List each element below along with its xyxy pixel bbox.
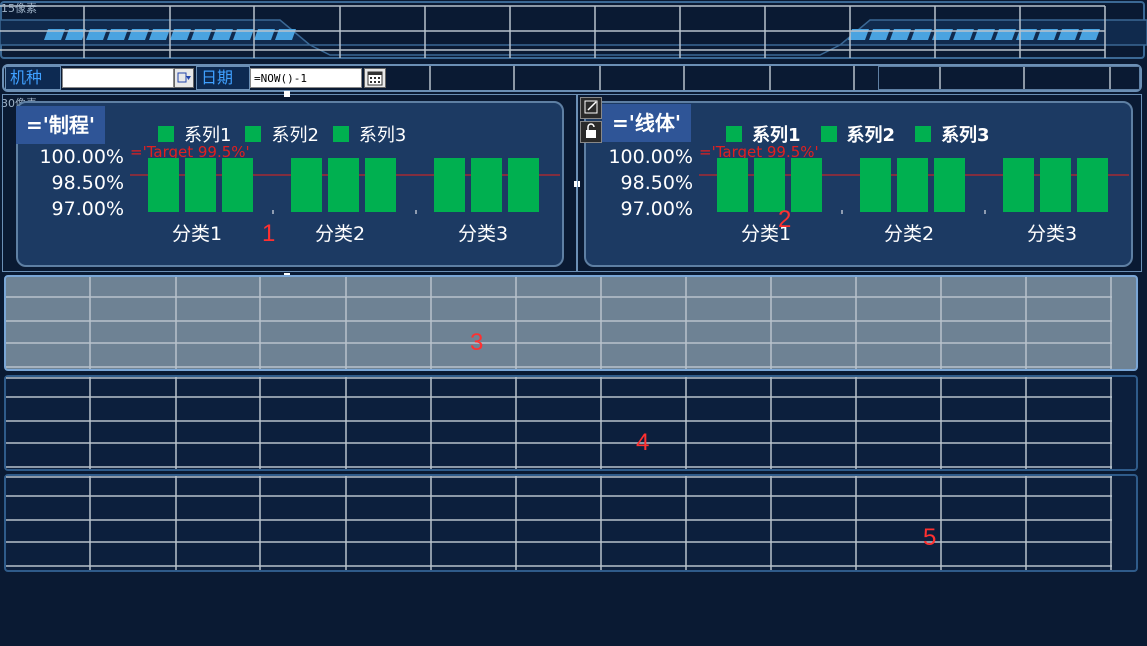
legend-label: 系列2 [271, 125, 319, 146]
model-select[interactable] [62, 68, 174, 88]
legend-label: 系列3 [358, 125, 407, 146]
region-number: 1 [262, 220, 276, 247]
dropdown-arrow-icon [177, 72, 191, 83]
legend-item: 系列3 [332, 121, 407, 147]
legend-swatch [158, 126, 174, 142]
table-region-5[interactable] [4, 474, 1138, 572]
legend-swatch [915, 126, 932, 142]
bar [754, 158, 785, 212]
legend-swatch [726, 126, 742, 142]
bar [1040, 158, 1071, 212]
bar [897, 158, 928, 212]
edit-icon [584, 100, 598, 114]
category-label: 分类2 [884, 223, 935, 245]
calendar-icon [367, 71, 383, 86]
bar [471, 158, 502, 212]
chart-2-plot [699, 158, 1129, 214]
region-number: 2 [778, 206, 792, 233]
table-grid [6, 377, 1112, 469]
legend-label: 系列3 [941, 125, 990, 146]
region-number: 5 [923, 524, 937, 551]
y-tick-label: 98.50% [51, 172, 124, 194]
legend-item: 系列2 [245, 121, 319, 147]
y-tick-label: 97.00% [51, 198, 124, 220]
table-region-4[interactable] [4, 375, 1138, 471]
table-region-3[interactable] [4, 275, 1138, 371]
bar [222, 158, 253, 212]
lock-icon [586, 123, 596, 138]
bar [185, 158, 216, 212]
y-tick-label: 100.00% [608, 146, 693, 168]
category-label: 分类3 [458, 223, 509, 245]
region-number: 3 [470, 329, 484, 356]
header-decoration [0, 0, 1147, 62]
bar [365, 158, 396, 212]
bar [328, 158, 359, 212]
y-tick-label: 100.00% [39, 146, 124, 168]
chart-2-title: ='线体' [602, 104, 692, 142]
table-grid [6, 277, 1112, 369]
model-dropdown-button[interactable] [174, 68, 194, 88]
legend-swatch [332, 126, 349, 142]
filter-right-box [878, 66, 1140, 90]
y-tick-label: 97.00% [620, 198, 693, 220]
date-label: 日期 [196, 66, 250, 90]
bar [1003, 158, 1034, 212]
chart-1-plot [130, 158, 560, 214]
bar [934, 158, 965, 212]
chart-1-title: ='制程' [16, 106, 106, 144]
bar [148, 158, 179, 212]
region-number: 4 [636, 429, 650, 456]
lock-button[interactable] [580, 121, 602, 143]
date-input[interactable]: =NOW()-1 [250, 68, 362, 88]
legend-item: 系列3 [915, 121, 990, 147]
bar [791, 158, 822, 212]
legend-label: 系列2 [846, 125, 896, 146]
category-label: 分类1 [172, 223, 223, 245]
calendar-button[interactable] [364, 68, 386, 88]
table-grid [6, 476, 1112, 570]
bar [1077, 158, 1108, 212]
legend-swatch [820, 126, 837, 142]
bar [434, 158, 465, 212]
resize-handle[interactable] [284, 91, 290, 97]
category-label: 分类2 [315, 223, 366, 245]
category-label: 分类3 [1027, 223, 1078, 245]
model-label: 机种 [5, 66, 61, 90]
bar [717, 158, 748, 212]
y-tick-label: 98.50% [620, 172, 693, 194]
bar [291, 158, 322, 212]
legend-item: 系列2 [820, 121, 896, 147]
legend-swatch [245, 126, 262, 142]
top-pixel-label: 15像素 [1, 2, 37, 15]
bar [860, 158, 891, 212]
edit-button[interactable] [580, 97, 602, 119]
bar [508, 158, 539, 212]
header-banner: 15像素 [0, 0, 1147, 62]
